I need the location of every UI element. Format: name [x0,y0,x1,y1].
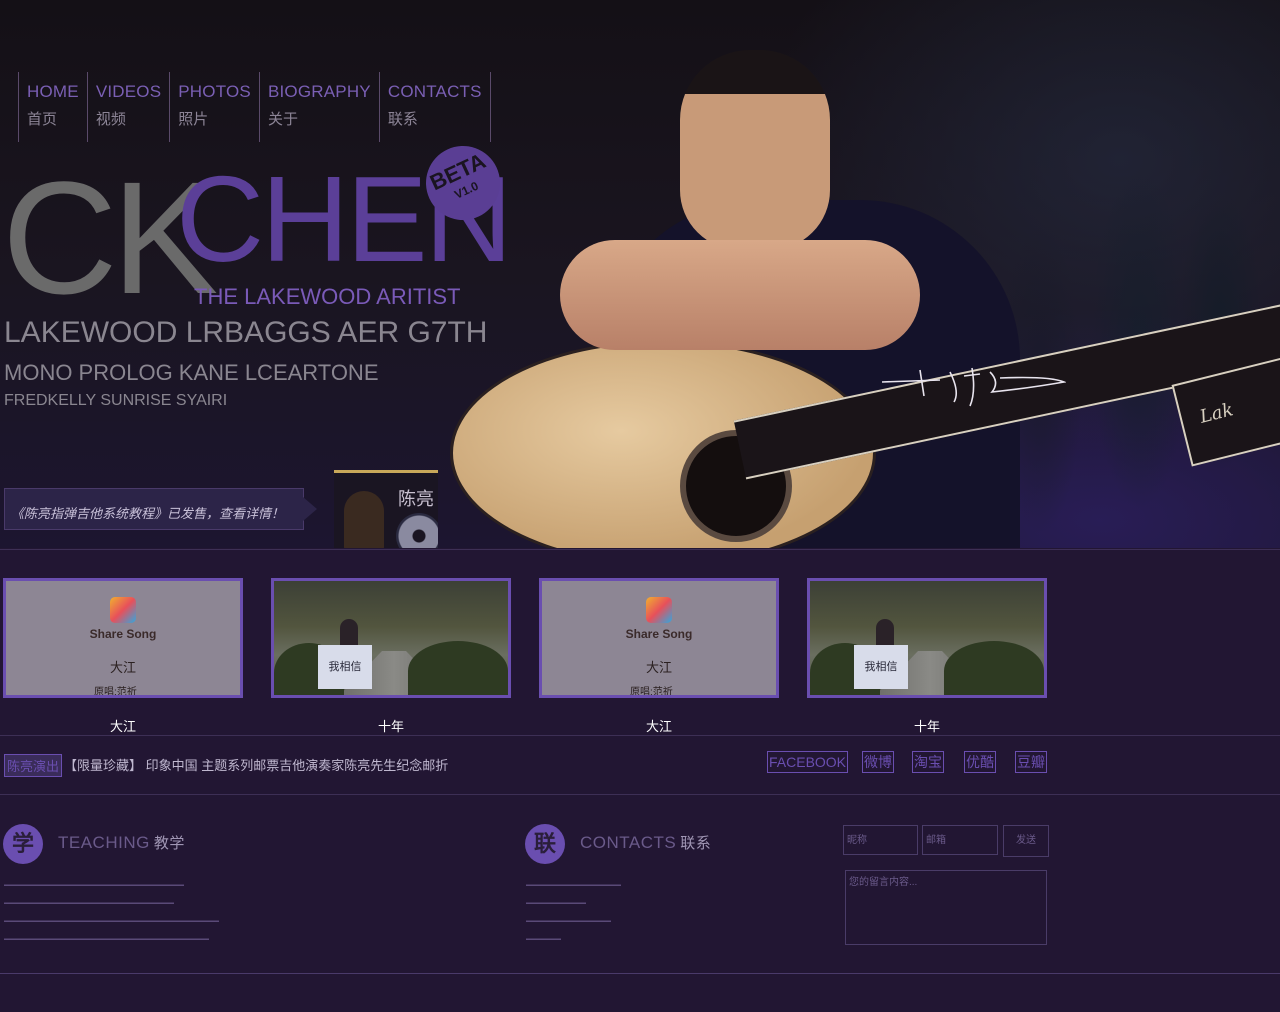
name-field[interactable] [843,825,918,855]
contact-detail-line: ▬▬▬▬▬▬▬ [526,936,561,942]
contacts-heading-en: CONTACTS [580,833,677,852]
teaching-detail-line: ▬▬▬▬▬▬▬▬▬▬▬▬▬▬▬▬▬▬▬▬▬▬▬▬▬▬▬▬▬▬▬▬▬▬▬▬▬▬▬▬… [4,936,209,942]
teaching-heading-en: TEACHING [58,833,150,852]
thumb-sign: 我相信 [854,645,908,689]
teaching-heading-cn: 教学 [153,835,185,852]
song-title: 大江 [645,661,672,676]
social-taobao-link[interactable]: 淘宝 [912,751,944,773]
nav-label: BIOGRAPHY [267,82,371,101]
sharesong-brand: Share Song [89,627,157,641]
divider [0,973,1280,974]
nav-sublabel: 关于 [267,111,298,128]
nav-label: HOME [27,82,79,101]
video-caption[interactable]: 大江 [3,716,243,735]
video-thumb-1[interactable]: Share Song 大江 原唱:范祈 [3,578,243,698]
gear-line-3: FREDKELLY SUNRISE SYAIRI [4,392,228,409]
teaching-detail-line: ▬▬▬▬▬▬▬▬▬▬▬▬▬▬▬▬▬▬▬▬▬▬▬▬▬▬▬▬▬▬▬▬▬▬▬▬ [4,882,184,888]
contact-detail-line: ▬▬▬▬▬▬▬▬▬▬▬▬▬▬▬▬▬ [526,918,611,924]
video-thumb-4[interactable]: 我相信 [807,578,1047,698]
nav-label: CONTACTS [387,82,482,101]
video-thumb-2[interactable]: 我相信 [271,578,511,698]
nav-home[interactable]: HOME 首页 [19,72,88,142]
news-category-tag[interactable]: 陈亮演出 [4,754,63,777]
song-original: 原唱:范祈 [630,687,673,698]
contact-detail-line: ▬▬▬▬▬▬▬▬▬▬▬▬▬▬▬▬▬▬▬ [526,882,621,888]
video-caption[interactable]: 十年 [271,716,511,735]
nav-biography[interactable]: BIOGRAPHY 关于 [260,72,380,142]
video-caption[interactable]: 十年 [807,716,1047,735]
video-caption[interactable]: 大江 [539,716,779,735]
contacts-heading: CONTACTS 联系 [580,832,711,853]
sharesong-logo-icon [110,597,136,623]
hero-banner: HOME 首页 VIDEOS 视频 PHOTOS 照片 BIOGRAPHY 关于… [0,0,1280,548]
album-title: 陈亮 [398,489,434,510]
news-headline-link[interactable]: 【限量珍藏】 印象中国 主题系列邮票吉他演奏家陈亮先生纪念邮折 [64,755,448,774]
message-field[interactable] [845,870,1047,945]
album-person [344,491,384,548]
nav-sublabel: 视频 [95,111,126,128]
thumb-bush [944,641,1044,695]
divider [0,794,1280,795]
gear-line-2: MONO PROLOG KANE LCEARTONE [4,360,379,385]
social-youku-link[interactable]: 优酷 [964,751,996,773]
course-banner-link[interactable]: 《陈亮指弹吉他系统教程》已发售，查看详情！ [4,488,317,530]
contact-detail-line: ▬▬▬▬▬▬▬▬▬▬▬▬ [526,900,586,906]
nav-videos[interactable]: VIDEOS 视频 [88,72,171,142]
send-button[interactable]: 发送 [1003,825,1049,857]
artist-head [680,50,830,250]
social-douban-link[interactable]: 豆瓣 [1015,751,1047,773]
email-field[interactable] [922,825,998,855]
nav-sublabel: 首页 [27,111,58,128]
teaching-detail-line: ▬▬▬▬▬▬▬▬▬▬▬▬▬▬▬▬▬▬▬▬▬▬▬▬▬▬▬▬▬▬▬▬▬▬ [4,900,174,906]
video-thumb-3[interactable]: Share Song 大江 原唱:范祈 [539,578,779,698]
nav-photos[interactable]: PHOTOS 照片 [170,72,260,142]
teaching-detail-line: ▬▬▬▬▬▬▬▬▬▬▬▬▬▬▬▬▬▬▬▬▬▬▬▬▬▬▬▬▬▬▬▬▬▬▬▬▬▬▬▬… [4,918,219,924]
nav-label: VIDEOS [95,82,162,101]
headstock-brand: Lak [1197,399,1236,428]
divider [0,735,1280,736]
nav-sublabel: 联系 [387,111,418,128]
thumb-sign: 我相信 [318,645,372,689]
social-facebook-link[interactable]: FACEBOOK [767,751,849,773]
logo-tagline: THE LAKEWOOD ARITIST [194,284,461,309]
divider [0,549,1280,550]
signature-icon [881,367,1066,407]
sharesong-logo-icon [646,597,672,623]
nav-sublabel: 照片 [178,111,209,128]
teaching-heading: TEACHING 教学 [58,832,185,853]
song-title: 大江 [109,661,136,676]
thumb-bush [408,641,508,695]
contacts-icon: 联 [525,824,565,864]
social-weibo-link[interactable]: 微博 [862,751,894,773]
contacts-heading-cn: 联系 [680,835,712,852]
gear-line-1: LAKEWOOD LRBAGGS AER G7TH [4,316,488,349]
nav-contacts[interactable]: CONTACTS 联系 [380,72,491,142]
sharesong-brand: Share Song [625,627,693,641]
main-nav: HOME 首页 VIDEOS 视频 PHOTOS 照片 BIOGRAPHY 关于… [18,72,491,142]
teaching-icon: 学 [3,824,43,864]
song-original: 原唱:范祈 [94,687,137,698]
disc-icon [396,513,438,548]
course-banner-text: 《陈亮指弹吉他系统教程》已发售，查看详情！ [11,506,285,521]
nav-label: PHOTOS [178,82,251,101]
album-cover[interactable]: 陈亮 [334,470,438,548]
